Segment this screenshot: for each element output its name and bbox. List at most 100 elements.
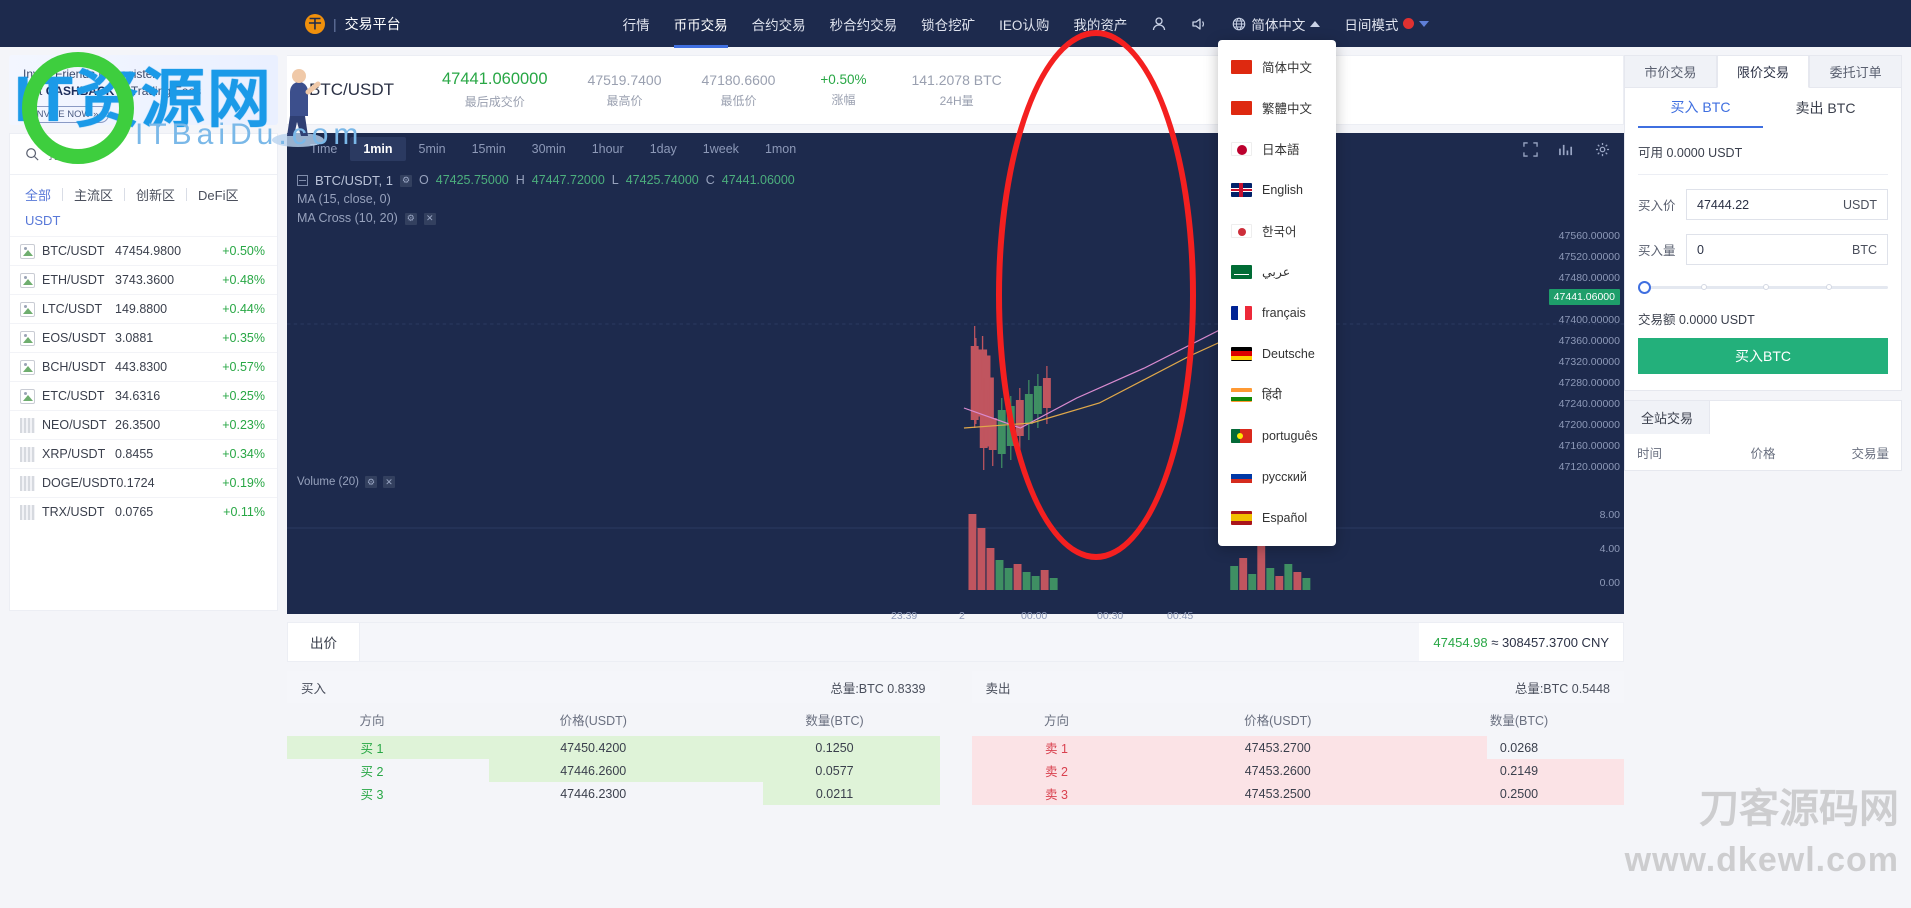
coin-row-btc[interactable]: BTC/USDT 47454.9800 +0.50% bbox=[10, 236, 277, 265]
display-mode-selector[interactable]: 日间模式 bbox=[1344, 14, 1430, 34]
nav-item-spot-trading[interactable]: 币币交易 bbox=[673, 0, 728, 48]
category-tab-defi[interactable]: DeFi区 bbox=[187, 185, 249, 204]
language-selector[interactable]: 简体中文 bbox=[1232, 14, 1321, 34]
orderbook-bid-tab[interactable]: 出价 bbox=[288, 623, 360, 661]
market-search-row[interactable] bbox=[10, 134, 277, 175]
search-input[interactable] bbox=[48, 146, 238, 162]
tab-market-order[interactable]: 市价交易 bbox=[1624, 55, 1717, 88]
stat-label: 涨幅 bbox=[831, 93, 856, 107]
buy-amount-box[interactable]: BTC bbox=[1686, 234, 1888, 265]
flag-sa-icon bbox=[1231, 264, 1252, 279]
buy-price-input[interactable] bbox=[1697, 197, 1843, 212]
coin-row-bch[interactable]: BCH/USDT 443.8300 +0.57% bbox=[10, 352, 277, 381]
coin-row-trx[interactable]: TRX/USDT 0.0765 +0.11% bbox=[10, 497, 277, 526]
fullscreen-icon[interactable] bbox=[1523, 141, 1538, 157]
timeframe-30min[interactable]: 30min bbox=[519, 137, 579, 161]
amount-percent-slider[interactable] bbox=[1638, 281, 1888, 294]
nav-item-contract-trading[interactable]: 合约交易 bbox=[752, 0, 806, 48]
tab-buy-btc[interactable]: 买入 BTC bbox=[1638, 88, 1763, 128]
timeframe-15min[interactable]: 15min bbox=[459, 137, 519, 161]
flag-in-icon bbox=[1231, 387, 1252, 402]
timeframe-1day[interactable]: 1day bbox=[637, 137, 690, 161]
language-option-pt[interactable]: português bbox=[1218, 415, 1336, 456]
chart-settings-icon[interactable]: ⚙ bbox=[400, 174, 413, 187]
coin-pair-label: BCH/USDT bbox=[42, 360, 106, 374]
language-option-ar[interactable]: عربي bbox=[1218, 251, 1336, 292]
promo-banner[interactable]: Invite Friends to Register Get CASHBACK … bbox=[9, 55, 278, 125]
nav-item-my-assets[interactable]: 我的资产 bbox=[1073, 0, 1127, 48]
coin-row-neo[interactable]: NEO/USDT 26.3500 +0.23% bbox=[10, 410, 277, 439]
brand-logo-group[interactable]: 干 | 交易平台 bbox=[305, 13, 401, 34]
language-option-fr[interactable]: français bbox=[1218, 292, 1336, 333]
table-row[interactable]: 买 2 47446.2600 0.0577 bbox=[287, 759, 940, 782]
table-row[interactable]: 卖 2 47453.2600 0.2149 bbox=[971, 759, 1624, 782]
table-row[interactable]: 买 1 47450.4200 0.1250 bbox=[287, 736, 940, 759]
timeframe-5min[interactable]: 5min bbox=[406, 137, 459, 161]
timeframe-1hour[interactable]: 1hour bbox=[579, 137, 637, 161]
tab-sell-btc[interactable]: 卖出 BTC bbox=[1763, 88, 1888, 128]
display-mode-label: 日间模式 bbox=[1344, 17, 1399, 33]
buy-price-box[interactable]: USDT bbox=[1686, 189, 1888, 220]
slider-knob[interactable] bbox=[1638, 281, 1651, 294]
slider-tick[interactable] bbox=[1825, 284, 1832, 290]
tab-global-trades[interactable]: 全站交易 bbox=[1625, 401, 1711, 434]
orderbook-header-spacer bbox=[360, 623, 1420, 661]
table-row[interactable]: 卖 1 47453.2700 0.0268 bbox=[971, 736, 1625, 759]
indicator-icon[interactable] bbox=[1558, 142, 1575, 157]
timeframe-1mon[interactable]: 1mon bbox=[752, 137, 809, 161]
timeframe-1min[interactable]: 1min bbox=[350, 137, 406, 161]
nav-item-markets[interactable]: 行情 bbox=[623, 0, 650, 48]
nav-item-ieo[interactable]: IEO认购 bbox=[999, 0, 1049, 48]
language-option-en[interactable]: English bbox=[1218, 169, 1336, 210]
coin-pair-label: XRP/USDT bbox=[42, 447, 106, 461]
coin-row-ltc[interactable]: LTC/USDT 149.8800 +0.44% bbox=[10, 294, 277, 323]
buy-btc-submit-button[interactable]: 买入BTC bbox=[1638, 338, 1888, 374]
timeframe-time[interactable]: Time bbox=[297, 137, 350, 161]
language-option-zh-cn[interactable]: 简体中文 bbox=[1218, 46, 1336, 87]
ohlc-close-key: C bbox=[705, 173, 715, 187]
speaker-icon[interactable] bbox=[1191, 16, 1208, 32]
table-row[interactable]: 卖 3 47453.2500 0.2500 bbox=[971, 782, 1624, 805]
center-column: BTC/USDT 47441.060000 最后成交价 47519.7400 最… bbox=[287, 47, 1624, 908]
chart-plot-area[interactable]: 47560.00000 47520.00000 47480.00000 4744… bbox=[287, 228, 1624, 622]
timeframe-1week[interactable]: 1week bbox=[690, 137, 752, 161]
language-option-zh-hk[interactable]: 繁體中文 bbox=[1218, 87, 1336, 128]
language-option-ru[interactable]: русский bbox=[1218, 456, 1336, 497]
buy-amount-input[interactable] bbox=[1697, 242, 1852, 257]
settings-icon[interactable] bbox=[1595, 142, 1610, 157]
language-dropdown-menu[interactable]: 简体中文 繁體中文 日本語 English 한국어 عربي français … bbox=[1218, 40, 1336, 546]
category-tab-main[interactable]: 主流区 bbox=[63, 185, 124, 204]
language-option-ja[interactable]: 日本語 bbox=[1218, 128, 1336, 169]
ma-cross-close-icon[interactable]: ✕ bbox=[423, 212, 436, 225]
table-row[interactable]: 买 3 47446.2300 0.0211 bbox=[287, 782, 940, 805]
ma-cross-settings-icon[interactable]: ⚙ bbox=[404, 212, 417, 225]
category-tab-innovation[interactable]: 创新区 bbox=[125, 185, 186, 204]
volume-close-icon[interactable]: ✕ bbox=[383, 476, 396, 488]
nav-item-lock-mining[interactable]: 锁仓挖矿 bbox=[921, 0, 975, 48]
collapse-icon[interactable] bbox=[297, 175, 308, 186]
invite-now-button[interactable]: INVITE NOW » bbox=[23, 106, 110, 123]
coin-change: +0.19% bbox=[222, 476, 265, 490]
category-tab-all[interactable]: 全部 bbox=[25, 185, 62, 204]
language-option-ko[interactable]: 한국어 bbox=[1218, 210, 1336, 251]
slider-tick[interactable] bbox=[1763, 284, 1769, 290]
nav-item-second-contract[interactable]: 秒合约交易 bbox=[830, 0, 898, 48]
language-option-hi[interactable]: हिंदी bbox=[1218, 374, 1336, 415]
col-amount: 数量(BTC) bbox=[1489, 714, 1549, 728]
row-amount: 0.2500 bbox=[1499, 786, 1539, 801]
coin-row-eth[interactable]: ETH/USDT 3743.3600 +0.48% bbox=[10, 265, 277, 294]
coin-row-doge[interactable]: DOGE/USDT 0.1724 +0.19% bbox=[10, 468, 277, 497]
tab-limit-order[interactable]: 限价交易 bbox=[1716, 55, 1810, 88]
language-option-de[interactable]: Deutsche bbox=[1218, 333, 1336, 374]
slider-tick[interactable] bbox=[1700, 284, 1707, 290]
language-option-es[interactable]: Español bbox=[1218, 497, 1336, 538]
volume-settings-icon[interactable]: ⚙ bbox=[365, 476, 378, 488]
user-icon[interactable] bbox=[1151, 16, 1167, 32]
brand-title: 交易平台 bbox=[344, 15, 401, 32]
tab-open-orders[interactable]: 委托订单 bbox=[1809, 55, 1903, 88]
coin-row-eos[interactable]: EOS/USDT 3.0881 +0.35% bbox=[10, 323, 277, 352]
coin-row-xrp[interactable]: XRP/USDT 0.8455 +0.34% bbox=[10, 439, 277, 468]
subtab-usdt[interactable]: USDT bbox=[25, 213, 60, 228]
coin-row-etc[interactable]: ETC/USDT 34.6316 +0.25% bbox=[10, 381, 277, 410]
chevron-up-icon bbox=[1310, 20, 1321, 27]
